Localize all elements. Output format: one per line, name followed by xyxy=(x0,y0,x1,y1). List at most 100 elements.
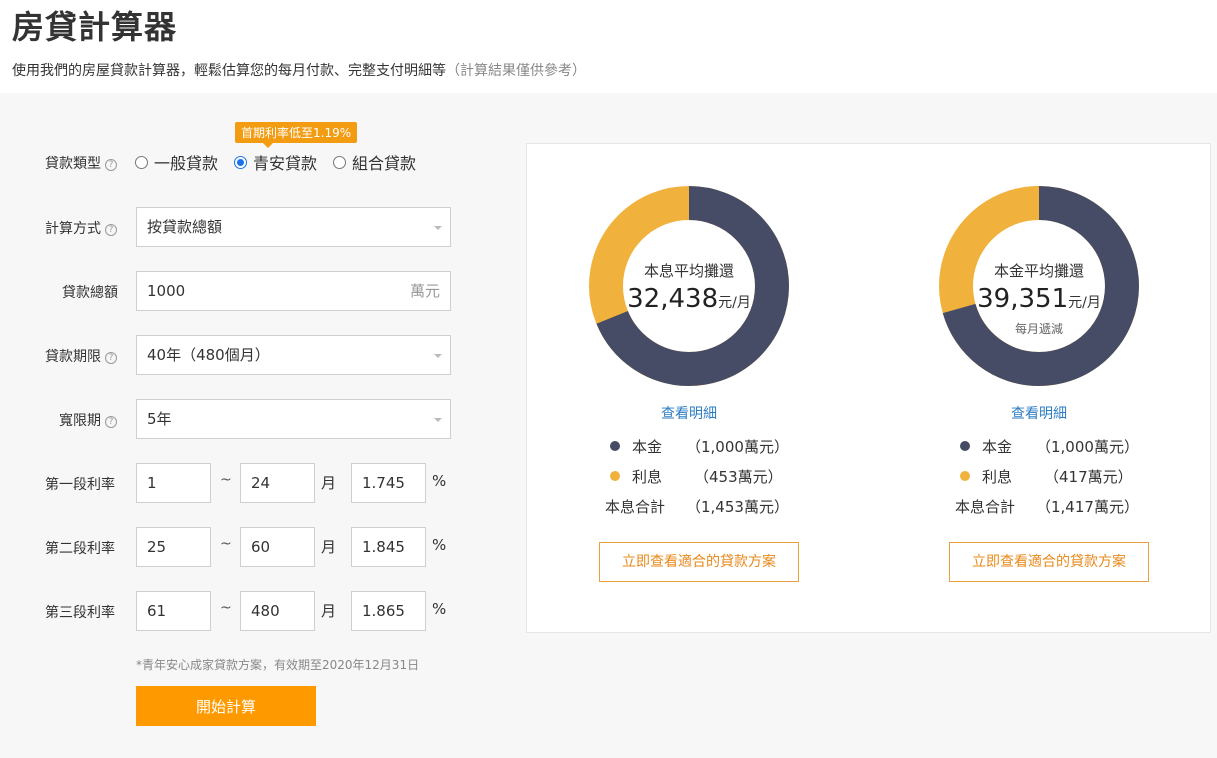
dot-icon xyxy=(610,441,620,451)
subtitle-text: 使用我們的房屋貸款計算器，輕鬆估算您的每月付款、完整支付明細等 xyxy=(12,63,446,79)
monthly-amount: 39,351元/月 xyxy=(939,284,1139,314)
legend-total: 本息合計 （1,453萬元） xyxy=(605,496,789,517)
amount-unit: 元/月 xyxy=(718,295,751,311)
radio-circle-icon[interactable] xyxy=(135,155,148,169)
rate-tier-2-rate-input[interactable]: 1.845 xyxy=(351,527,426,567)
caret-down-icon xyxy=(434,418,442,422)
radio-label: 組合貸款 xyxy=(352,154,417,173)
amount-value: 32,438 xyxy=(627,284,719,314)
calc-method-label-text: 計算方式 xyxy=(45,221,101,237)
payment-method: 本金平均攤還 xyxy=(993,262,1084,280)
rate-tier-1-rate-input[interactable]: 1.745 xyxy=(351,463,426,503)
legend-label: 利息 xyxy=(982,468,1013,486)
rate-tier-3-from-input[interactable]: 61 xyxy=(136,591,211,631)
rate-tier-2-label: 第二段利率 xyxy=(45,541,115,557)
legend-value: （1,000萬元） xyxy=(686,438,789,456)
loan-type-label: 貸款類型? xyxy=(45,153,117,173)
calc-method-label: 計算方式? xyxy=(45,218,117,238)
rate-tier-2-from-input[interactable]: 25 xyxy=(136,527,211,567)
page-title: 房貸計算器 xyxy=(12,8,178,46)
loan-amount-input[interactable]: 1000 萬元 xyxy=(136,271,451,311)
question-circle-icon[interactable]: ? xyxy=(105,416,117,428)
rate-tier-3-label: 第三段利率 xyxy=(45,605,115,621)
loan-term-value: 40年（480個月） xyxy=(147,346,270,364)
month-unit: 月 xyxy=(321,538,337,556)
tilde-separator: ~ xyxy=(220,536,232,552)
legend-value: （453萬元） xyxy=(694,468,783,486)
loan-amount-value: 1000 xyxy=(147,282,186,300)
legend-total: 本息合計 （1,417萬元） xyxy=(955,496,1139,517)
legend-label: 本息合計 xyxy=(955,498,1016,516)
payment-method: 本息平均攤還 xyxy=(643,262,734,280)
legend-principal: 本金 （1,000萬元） xyxy=(610,436,789,457)
grace-period-value: 5年 xyxy=(147,410,172,428)
radio-label: 青安貸款 xyxy=(253,154,318,173)
radio-label: 一般貸款 xyxy=(154,154,219,173)
legend-label: 本金 xyxy=(632,438,663,456)
grace-period-label: 寬限期? xyxy=(59,410,117,430)
rate-tier-1-to-input[interactable]: 24 xyxy=(240,463,315,503)
legend-label: 本息合計 xyxy=(605,498,666,516)
donut-center: 本金平均攤還 39,351元/月 每月遞減 xyxy=(939,186,1139,386)
month-unit: 月 xyxy=(321,602,337,620)
rate-tier-1-from-input[interactable]: 1 xyxy=(136,463,211,503)
legend-value: （417萬元） xyxy=(1044,468,1133,486)
calc-method-select[interactable]: 按貸款總額 xyxy=(136,207,451,247)
dot-icon xyxy=(960,441,970,451)
rate-tier-2-to-input[interactable]: 60 xyxy=(240,527,315,567)
start-calculation-button[interactable]: 開始計算 xyxy=(136,686,316,726)
amount-unit: 元/月 xyxy=(1068,295,1101,311)
question-circle-icon[interactable]: ? xyxy=(105,352,117,364)
loan-amount-unit: 萬元 xyxy=(409,282,440,300)
question-circle-icon[interactable]: ? xyxy=(105,224,117,236)
question-circle-icon[interactable]: ? xyxy=(105,159,117,171)
view-details-link[interactable]: 查看明細 xyxy=(939,403,1139,423)
legend-interest: 利息 （417萬元） xyxy=(960,466,1133,487)
tilde-separator: ~ xyxy=(220,472,232,488)
caret-down-icon xyxy=(434,354,442,358)
footnote: *青年安心成家貸款方案，有效期至2020年12月31日 xyxy=(136,658,420,672)
radio-circle-icon[interactable] xyxy=(333,155,347,169)
loan-amount-label: 貸款總額 xyxy=(62,285,118,301)
loan-term-label: 貸款期限? xyxy=(45,346,117,366)
rate-tier-1-label: 第一段利率 xyxy=(45,477,115,493)
grace-period-select[interactable]: 5年 xyxy=(136,399,451,439)
radio-selected-icon[interactable] xyxy=(234,155,248,169)
promo-badge: 首期利率低至1.19% xyxy=(235,122,358,148)
dot-icon xyxy=(610,471,620,481)
radio-youth-loan[interactable]: 青安貸款 xyxy=(234,150,317,174)
view-loan-plans-button[interactable]: 立即查看適合的貸款方案 xyxy=(949,542,1149,582)
monthly-amount: 32,438元/月 xyxy=(589,284,789,314)
legend-value: （1,000萬元） xyxy=(1036,438,1139,456)
legend-label: 利息 xyxy=(632,468,663,486)
legend-value: （1,417萬元） xyxy=(1036,498,1139,516)
view-details-link[interactable]: 查看明細 xyxy=(589,403,789,423)
donut-center: 本息平均攤還 32,438元/月 xyxy=(589,186,789,386)
percent-unit: % xyxy=(432,600,447,618)
rate-tier-3-rate-input[interactable]: 1.865 xyxy=(351,591,426,631)
amount-value: 39,351 xyxy=(977,284,1069,314)
percent-unit: % xyxy=(432,472,447,490)
caret-down-icon xyxy=(434,226,442,230)
page-subtitle: 使用我們的房屋貸款計算器，輕鬆估算您的每月付款、完整支付明細等（計算結果僅供參考… xyxy=(12,60,586,80)
loan-type-label-text: 貸款類型 xyxy=(45,156,101,172)
percent-unit: % xyxy=(432,536,447,554)
legend-principal: 本金 （1,000萬元） xyxy=(960,436,1139,457)
loan-term-label-text: 貸款期限 xyxy=(45,349,101,365)
loan-type-radio-group: 一般貸款 青安貸款 組合貸款 xyxy=(135,150,416,174)
view-loan-plans-button[interactable]: 立即查看適合的貸款方案 xyxy=(599,542,799,582)
loan-term-select[interactable]: 40年（480個月） xyxy=(136,335,451,375)
rate-tier-3-to-input[interactable]: 480 xyxy=(240,591,315,631)
radio-combo-loan[interactable]: 組合貸款 xyxy=(333,150,416,174)
legend-value: （1,453萬元） xyxy=(686,498,789,516)
tilde-separator: ~ xyxy=(220,600,232,616)
month-unit: 月 xyxy=(321,474,337,492)
calc-method-value: 按貸款總額 xyxy=(147,218,223,236)
monthly-decrease-note: 每月遞減 xyxy=(1014,322,1063,336)
legend-interest: 利息 （453萬元） xyxy=(610,466,783,487)
subtitle-note: （計算結果僅供參考） xyxy=(446,63,586,79)
legend-label: 本金 xyxy=(982,438,1013,456)
radio-general-loan[interactable]: 一般貸款 xyxy=(135,150,218,174)
grace-period-label-text: 寬限期 xyxy=(59,413,101,429)
dot-icon xyxy=(960,471,970,481)
